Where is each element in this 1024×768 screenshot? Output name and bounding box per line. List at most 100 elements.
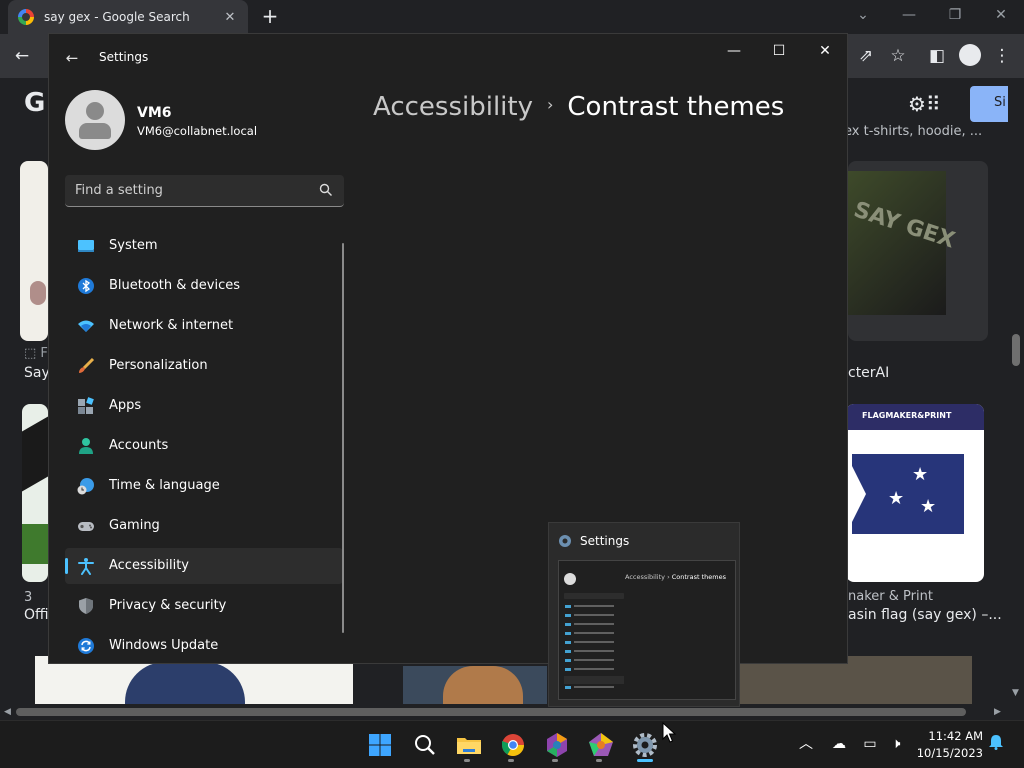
apps-icon (78, 397, 94, 414)
result-image[interactable]: FLAGMAKER&PRINT ★ ★ ★ (846, 404, 984, 582)
file-explorer-button[interactable] (453, 729, 485, 762)
result-source: 3 (24, 590, 33, 605)
close-button[interactable]: ✕ (810, 40, 840, 62)
nav-label: Apps (109, 398, 142, 413)
scroll-left-arrow-icon[interactable]: ◀ (4, 707, 11, 717)
page-vertical-scrollbar[interactable]: ▼ (1008, 78, 1024, 704)
back-arrow-icon[interactable]: ← (62, 48, 82, 68)
nav-item-accessibility[interactable]: Accessibility (65, 548, 343, 584)
search-box[interactable] (65, 175, 344, 207)
app-button-pentagon[interactable] (585, 729, 617, 762)
volume-muted-icon[interactable]: 🕨 (886, 734, 906, 754)
new-tab-button[interactable]: + (258, 5, 282, 29)
paintbrush-icon (79, 357, 95, 373)
chrome-button[interactable] (497, 729, 529, 762)
browser-profile-avatar[interactable] (959, 44, 981, 66)
tab-close-icon[interactable]: ✕ (222, 10, 238, 25)
nav-item-privacy-security[interactable]: Privacy & security (65, 588, 343, 624)
nav-item-accounts[interactable]: Accounts (65, 428, 343, 464)
taskbar-search-button[interactable] (409, 729, 441, 761)
sign-in-button[interactable]: Si (970, 86, 1008, 122)
breadcrumb-chevron-icon: › (547, 95, 554, 114)
nav-item-bluetooth[interactable]: Bluetooth & devices (65, 268, 343, 304)
result-title[interactable]: cterAI (848, 365, 889, 381)
thumb-breadcrumb-parent: Accessibility (625, 573, 665, 581)
selected-indicator (65, 558, 68, 574)
search-icon (415, 735, 435, 755)
page-title: Contrast themes (567, 92, 785, 122)
browser-close-button[interactable]: ✕ (978, 0, 1024, 30)
result-title[interactable]: Say (24, 365, 50, 381)
preview-thumbnail[interactable]: Accessibility › Contrast themes (558, 560, 736, 700)
windows-start-icon (369, 734, 391, 756)
page-horizontal-scrollbar[interactable]: ◀ ▶ (0, 704, 1008, 720)
result-title[interactable]: Offi (24, 607, 49, 623)
nav-item-network[interactable]: Network & internet (65, 308, 343, 344)
browser-menu-icon[interactable]: ⋮ (990, 44, 1014, 68)
google-logo[interactable]: G (24, 88, 45, 118)
clock-date[interactable]: 10/15/2023 (911, 746, 983, 760)
app-button-hexagon[interactable] (541, 729, 573, 762)
browser-tab[interactable]: say gex - Google Search ✕ (8, 0, 248, 34)
breadcrumb-parent[interactable]: Accessibility (373, 92, 533, 122)
show-hidden-icons-chevron-icon[interactable]: ︿ (796, 734, 816, 754)
running-indicator (508, 759, 514, 762)
maximize-button[interactable]: ☐ (764, 40, 794, 62)
user-avatar[interactable] (65, 90, 125, 150)
network-monitor-icon[interactable]: ▭ (860, 734, 880, 754)
tab-search-chevron-icon[interactable]: ⌄ (840, 0, 886, 30)
wifi-icon (78, 320, 94, 332)
user-name: VM6 (137, 105, 172, 121)
user-email: VM6@collabnet.local (137, 124, 258, 138)
result-title[interactable]: asin flag (say gex) –... (848, 607, 1002, 623)
active-indicator (637, 759, 653, 762)
folder-icon (457, 738, 481, 754)
result-image[interactable] (22, 404, 48, 582)
google-favicon-icon (18, 9, 34, 25)
bookmark-star-icon[interactable]: ☆ (886, 44, 910, 68)
nav-label: Time & language (109, 478, 220, 493)
browser-minimize-button[interactable]: — (886, 0, 932, 30)
settings-taskbar-button[interactable] (629, 729, 661, 762)
system-display-icon (78, 240, 94, 252)
pentagon-app-icon (589, 733, 613, 756)
search-icon[interactable] (319, 183, 333, 197)
bluetooth-icon (78, 278, 94, 294)
side-panel-icon[interactable]: ◧ (925, 44, 949, 68)
nav-label: Bluetooth & devices (109, 278, 240, 293)
start-button[interactable] (364, 729, 396, 761)
onedrive-cloud-icon[interactable]: ☁ (829, 734, 849, 754)
share-icon[interactable]: ⇗ (854, 44, 878, 68)
window-title: Settings (99, 50, 149, 64)
vertical-scroll-thumb[interactable] (1012, 334, 1020, 366)
result-image[interactable] (20, 161, 48, 341)
find-setting-input[interactable] (65, 175, 315, 206)
notification-bell-icon[interactable] (986, 734, 1006, 754)
minimize-button[interactable]: — (719, 40, 749, 62)
breadcrumb: Accessibility › Contrast themes (373, 92, 784, 122)
result-caption[interactable]: ex t-shirts, hoodie, ... (844, 124, 982, 139)
mouse-cursor-icon (662, 722, 676, 743)
nav-item-system[interactable]: System (65, 228, 343, 264)
scroll-right-arrow-icon[interactable]: ▶ (994, 707, 1001, 717)
nav-item-gaming[interactable]: Gaming (65, 508, 343, 544)
nav-item-personalization[interactable]: Personalization (65, 348, 343, 384)
preview-title: Settings (580, 534, 630, 548)
nav-item-time-language[interactable]: Time & language (65, 468, 343, 504)
nav-item-apps[interactable]: Apps (65, 388, 343, 424)
browser-restore-button[interactable]: ❐ (932, 0, 978, 30)
game-controller-icon (78, 522, 94, 531)
settings-gear-icon[interactable]: ⚙⠿ (908, 92, 948, 116)
result-image[interactable]: SAY GEX (848, 161, 988, 341)
result-image[interactable] (403, 666, 547, 704)
favicon-icon: ⬚ F (24, 346, 48, 361)
nav-item-windows-update[interactable]: Windows Update (65, 628, 343, 663)
thumb-breadcrumb-current: Contrast themes (671, 573, 726, 581)
taskbar-window-preview[interactable]: Settings Accessibility › Contrast themes (548, 522, 740, 707)
browser-back-icon[interactable]: ← (10, 44, 34, 68)
nav-scrollbar[interactable] (342, 243, 344, 633)
horizontal-scroll-thumb[interactable] (16, 708, 966, 716)
clock-time[interactable]: 11:42 AM (923, 729, 983, 743)
windows-update-icon (78, 638, 94, 654)
scroll-down-arrow-icon[interactable]: ▼ (1012, 688, 1019, 698)
